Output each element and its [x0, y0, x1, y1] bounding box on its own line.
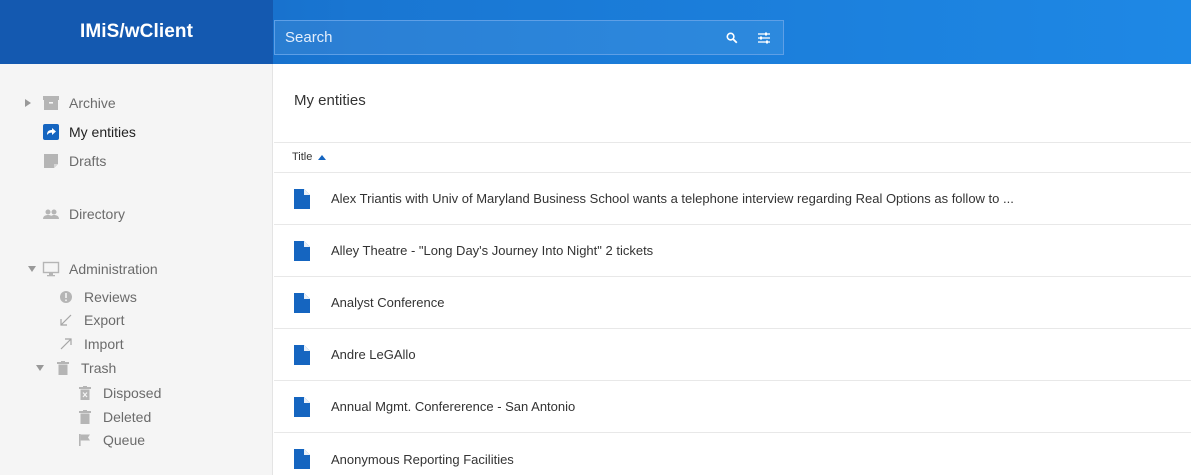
people-icon [41, 205, 61, 223]
row-title[interactable]: Analyst Conference [331, 295, 444, 310]
table-row[interactable]: Annual Mgmt. Confererence - San Antonio [274, 381, 1191, 433]
table-row[interactable]: Analyst Conference [274, 277, 1191, 329]
sidebar-item-label: Import [84, 336, 124, 352]
sidebar-item-reviews[interactable]: Reviews [56, 288, 137, 306]
sidebar-item-label: Drafts [69, 153, 107, 169]
document-icon [291, 448, 313, 470]
sidebar-item-archive[interactable]: Archive [25, 94, 116, 112]
sidebar-item-queue[interactable]: Queue [75, 431, 145, 449]
column-header-label: Title [292, 151, 313, 163]
sidebar-item-label: Deleted [103, 409, 152, 425]
share-icon [41, 123, 61, 141]
row-title[interactable]: Anonymous Reporting Facilities [331, 452, 514, 467]
row-title[interactable]: Andre LeGAllo [331, 347, 416, 362]
drafts-icon [41, 152, 61, 170]
sidebar-item-disposed[interactable]: Disposed [75, 384, 161, 402]
sidebar-item-label: Disposed [103, 385, 162, 401]
sidebar-item-import[interactable]: Import [56, 335, 124, 353]
caret-down-icon[interactable] [27, 266, 37, 272]
column-header-title[interactable]: Title [292, 151, 327, 163]
document-icon [291, 240, 313, 262]
row-title[interactable]: Alley Theatre - "Long Day's Journey Into… [331, 243, 653, 258]
arrow-down-left-icon [56, 311, 76, 329]
sidebar-item-label: Archive [69, 95, 116, 111]
caret-right-icon[interactable] [23, 99, 33, 107]
sidebar-item-administration[interactable]: Administration [27, 260, 158, 278]
sidebar-item-label: Reviews [84, 289, 137, 305]
table-row[interactable]: Anonymous Reporting Facilities [274, 433, 1191, 475]
archive-icon [41, 94, 61, 112]
search-icon[interactable] [719, 25, 745, 51]
trash-icon [75, 408, 95, 426]
sort-ascending-icon[interactable] [318, 154, 327, 160]
arrow-up-right-icon [56, 335, 76, 353]
divider [274, 142, 1191, 143]
search-bar[interactable]: Search [274, 20, 784, 55]
document-icon [291, 292, 313, 314]
filter-settings-icon[interactable] [751, 25, 777, 51]
sidebar-item-label: Queue [103, 432, 146, 448]
sidebar: Archive My entities Drafts Directory Adm… [0, 64, 273, 475]
monitor-icon [41, 260, 61, 278]
info-icon [56, 288, 76, 306]
sidebar-item-drafts[interactable]: Drafts [41, 152, 106, 170]
document-icon [291, 396, 313, 418]
sidebar-item-export[interactable]: Export [56, 311, 124, 329]
main-content: My entities Title Alex Triantis with Uni… [274, 64, 1191, 475]
sidebar-item-label: Export [84, 312, 125, 328]
logo-area[interactable]: IMiS/wClient [0, 0, 273, 64]
flag-icon [75, 431, 95, 449]
row-title[interactable]: Alex Triantis with Univ of Maryland Busi… [331, 191, 1014, 206]
document-icon [291, 344, 313, 366]
page-title: My entities [294, 92, 366, 109]
table-row[interactable]: Andre LeGAllo [274, 329, 1191, 381]
sidebar-item-deleted[interactable]: Deleted [75, 408, 151, 426]
sidebar-item-label: Administration [69, 261, 158, 277]
sidebar-item-label: Trash [81, 360, 117, 376]
sidebar-item-my-entities[interactable]: My entities [41, 123, 136, 141]
document-icon [291, 188, 313, 210]
app-header: IMiS/wClient Search [0, 0, 1191, 64]
sidebar-item-label: My entities [69, 124, 136, 140]
search-input[interactable]: Search [285, 29, 719, 46]
caret-down-icon[interactable] [35, 365, 45, 371]
sidebar-item-directory[interactable]: Directory [41, 205, 125, 223]
sidebar-item-trash[interactable]: Trash [36, 359, 117, 377]
delete-forever-icon [75, 384, 95, 402]
table-row[interactable]: Alley Theatre - "Long Day's Journey Into… [274, 225, 1191, 277]
sidebar-item-label: Directory [69, 206, 126, 222]
trash-icon [53, 359, 73, 377]
table-row[interactable]: Alex Triantis with Univ of Maryland Busi… [274, 173, 1191, 225]
row-title[interactable]: Annual Mgmt. Confererence - San Antonio [331, 399, 575, 414]
app-logo[interactable]: IMiS/wClient [80, 21, 193, 43]
